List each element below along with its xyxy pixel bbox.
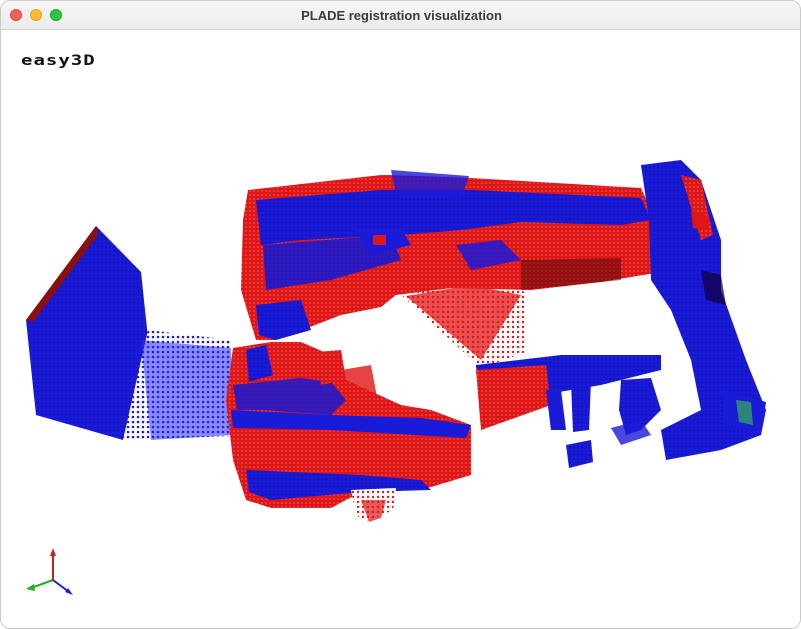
app-window: PLADE registration visualization easy3D — [0, 0, 801, 629]
right-platform-cloud — [476, 355, 661, 468]
3d-viewport[interactable]: easy3D — [1, 30, 801, 629]
right-structure-cloud — [641, 160, 766, 460]
window-title: PLADE registration visualization — [301, 8, 502, 23]
axes-gizmo-icon — [26, 548, 73, 595]
point-cloud-scene[interactable] — [1, 30, 801, 629]
left-wall-cloud — [26, 226, 233, 440]
title-bar[interactable]: PLADE registration visualization — [1, 1, 800, 30]
